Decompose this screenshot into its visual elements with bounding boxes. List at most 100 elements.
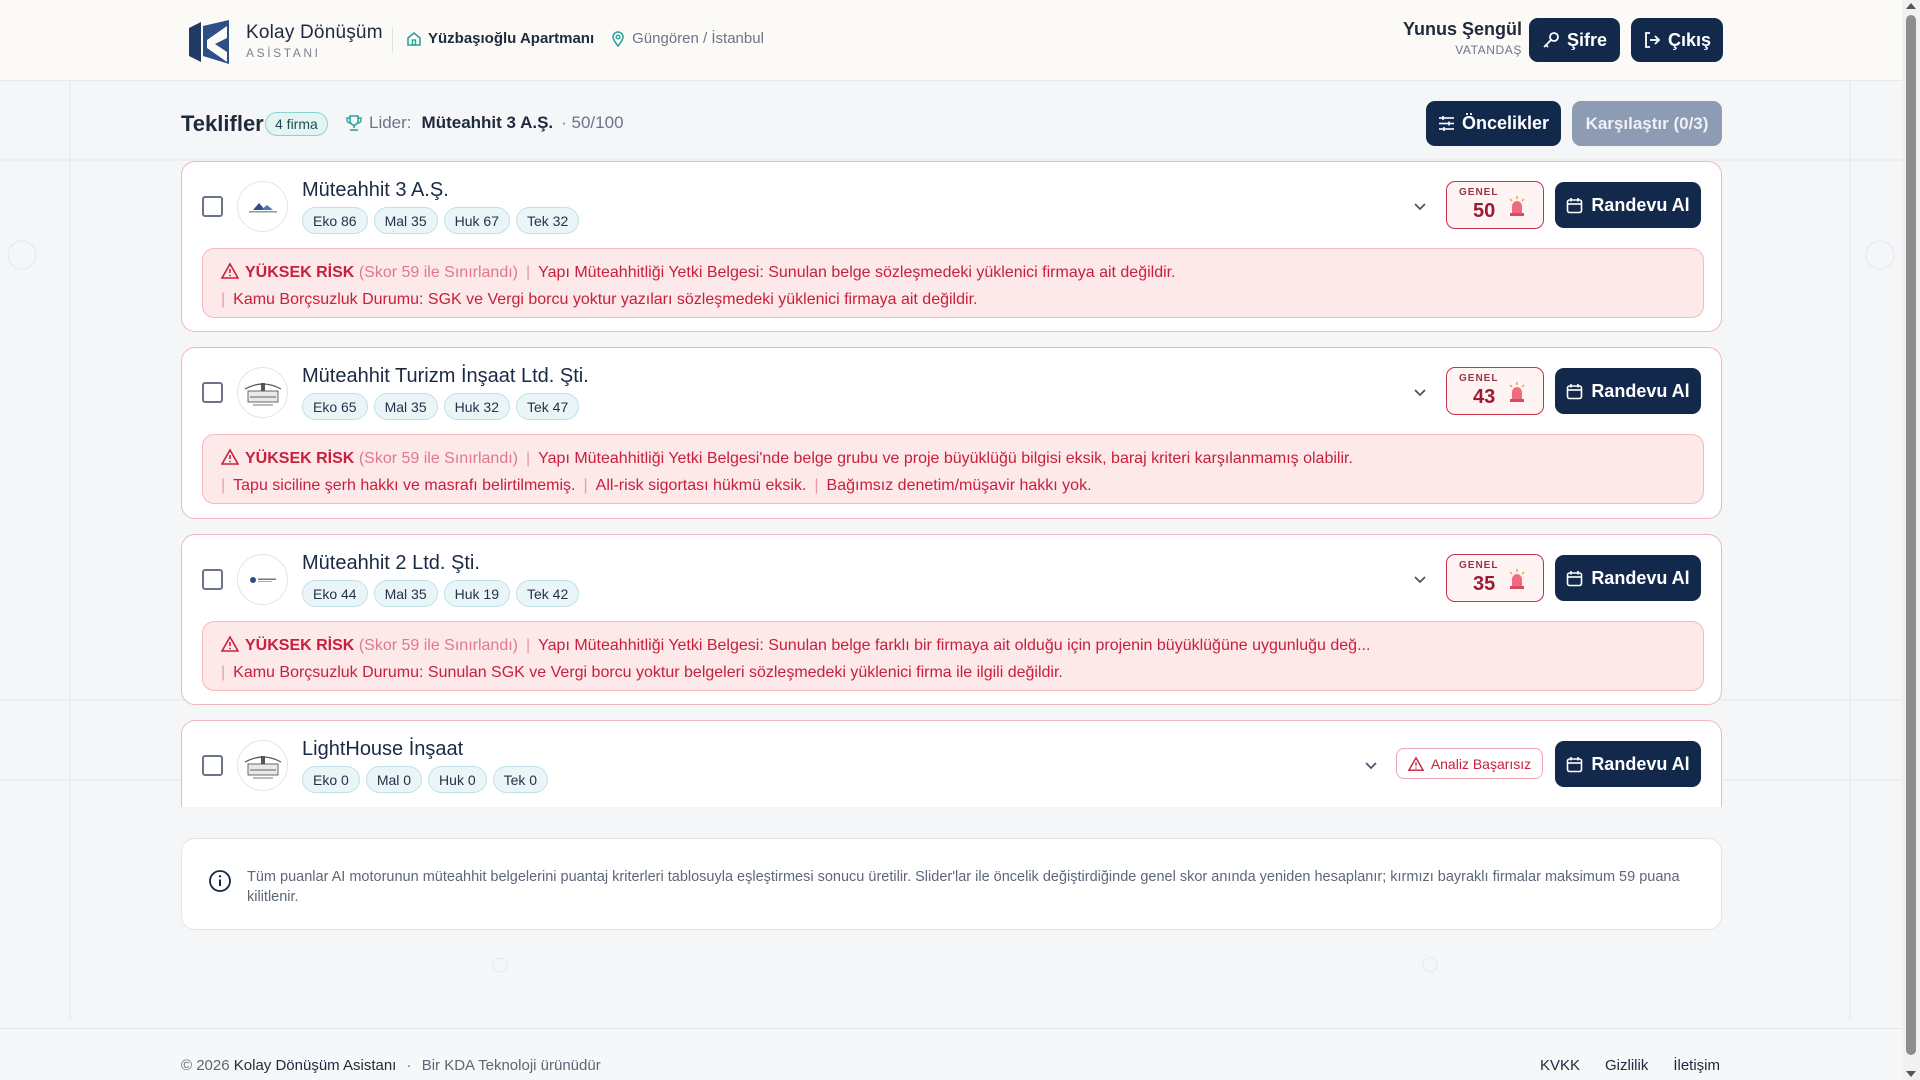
calendar-icon (1567, 197, 1583, 213)
chip-tek: Tek 0 (492, 766, 549, 793)
score-value: 50 (1473, 200, 1496, 222)
chevron-down-icon[interactable] (1412, 384, 1428, 400)
risk-line-2: | Kamu Borçsuzluk Durumu: Sunulan SGK ve … (221, 664, 1063, 681)
footer-left: © 2026 Kolay Dönüşüm Asistanı · Bir KDA … (181, 1057, 601, 1074)
offers-toolbar: Teklifler 4 firma Lider: Müteahhit 3 A.Ş… (181, 101, 1722, 147)
company-logo (237, 740, 288, 791)
scrollbar-thumb[interactable] (1906, 15, 1916, 1055)
risk-level: YÜKSEK RİSK (245, 637, 355, 654)
company-logo (237, 554, 288, 605)
chip-eko: Eko 86 (302, 207, 368, 234)
map-pin-icon (612, 30, 624, 47)
chip-mal: Mal 35 (373, 393, 438, 420)
leader-score: · 50/100 (561, 113, 624, 132)
chip-tek: Tek 32 (515, 207, 580, 234)
risk-item: Tapu siciline şerh hakkı ve masrafı beli… (233, 477, 576, 494)
top-header: Kolay Dönüşüm ASİSTANI Yüzbaşıoğlu Apart… (0, 0, 1902, 81)
chip-tek: Tek 47 (515, 393, 580, 420)
score-chips: Eko 65 Mal 35 Huk 32 Tek 47 (302, 393, 580, 420)
chip-eko: Eko 44 (302, 580, 368, 607)
chip-mal: Mal 35 (373, 580, 438, 607)
company-logo (237, 181, 288, 232)
company-logo-icon (248, 202, 277, 212)
company-logo-icon (244, 755, 281, 778)
company-logo-icon (244, 382, 281, 405)
warning-icon (1407, 755, 1424, 771)
offer-select-checkbox[interactable] (202, 755, 223, 776)
logout-button[interactable]: Çıkış (1631, 18, 1723, 62)
appointment-button[interactable]: Randevu Al (1555, 368, 1701, 414)
warning-icon (220, 262, 240, 279)
footer-link-privacy[interactable]: Gizlilik (1605, 1057, 1648, 1074)
compare-button[interactable]: Karşılaştır (0/3) (1572, 101, 1722, 146)
location: Yüzbaşıoğlu Apartmanı Güngören / İstanbu… (406, 30, 764, 47)
score-chips: Eko 0 Mal 0 Huk 0 Tek 0 (302, 766, 549, 793)
appointment-button[interactable]: Randevu Al (1555, 555, 1701, 601)
company-name: LightHouse İnşaat (302, 738, 464, 760)
logout-label: Çıkış (1667, 29, 1712, 50)
password-label: Şifre (1566, 29, 1608, 50)
footer-links: KVKK Gizlilik İletişim (1540, 1057, 1720, 1074)
warning-icon (220, 448, 240, 465)
info-panel: Tüm puanlar AI motorunun müteahhit belge… (181, 838, 1722, 930)
company-name: Müteahhit 3 A.Ş. (302, 179, 449, 201)
brand[interactable]: Kolay Dönüşüm ASİSTANI (187, 18, 383, 64)
firm-count-badge: 4 firma (265, 112, 328, 136)
risk-level: YÜKSEK RİSK (245, 264, 355, 281)
info-text: Tüm puanlar AI motorunun müteahhit belge… (247, 869, 1680, 905)
chip-mal: Mal 0 (365, 766, 423, 793)
appointment-label: Randevu Al (1591, 753, 1690, 774)
analysis-failed-badge: Analiz Başarısız (1396, 748, 1543, 779)
risk-note: (Skor 59 ile Sınırlandı) (358, 450, 518, 467)
footer-tagline: Bir KDA Teknoloji ürünüdür (421, 1057, 601, 1074)
offer-select-checkbox[interactable] (202, 196, 223, 217)
brand-name: Kolay Dönüşüm (246, 22, 383, 43)
appointment-button[interactable]: Randevu Al (1555, 741, 1701, 787)
user-name: Yunus Şengül (1402, 19, 1522, 39)
scroll-up-arrow-icon[interactable] (1906, 3, 1916, 9)
risk-line-2: | Tapu siciline şerh hakkı ve masrafı bel… (221, 477, 1092, 494)
calendar-icon (1567, 570, 1583, 586)
appointment-button[interactable]: Randevu Al (1555, 182, 1701, 228)
score-label: GENEL (1459, 187, 1499, 198)
company-name: Müteahhit Turizm İnşaat Ltd. Şti. (302, 365, 589, 387)
logout-icon (1645, 32, 1661, 48)
calendar-icon (1567, 756, 1583, 772)
offer-select-checkbox[interactable] (202, 569, 223, 590)
risk-item: Yapı Müteahhitliği Yetki Belgesi'nde bel… (538, 450, 1353, 467)
appointment-label: Randevu Al (1591, 567, 1690, 588)
scroll-down-arrow-icon[interactable] (1906, 1071, 1916, 1077)
chevron-down-icon[interactable] (1363, 757, 1379, 773)
risk-item: Bağımsız denetim/müşavir hakkı yok. (826, 477, 1092, 494)
siren-icon (1509, 196, 1525, 216)
header-divider (392, 28, 393, 52)
general-score: GENEL 35 (1446, 554, 1544, 602)
footer-link-contact[interactable]: İletişim (1673, 1057, 1720, 1074)
offer-card: Müteahhit Turizm İnşaat Ltd. Şti. Eko 65… (181, 347, 1722, 519)
calendar-icon (1567, 383, 1583, 399)
password-button[interactable]: Şifre (1529, 18, 1620, 62)
risk-line-1: YÜKSEK RİSK (Skor 59 ile Sınırlandı) | Yap… (220, 445, 1687, 472)
siren-icon (1509, 569, 1525, 589)
company-logo-icon (249, 576, 276, 583)
city: Güngören / İstanbul (600, 30, 764, 47)
user-role: VATANDAŞ (1455, 43, 1522, 57)
leader-info: Lider: Müteahhit 3 A.Ş. · 50/100 (345, 113, 624, 133)
priorities-button[interactable]: Öncelikler (1426, 101, 1561, 146)
chevron-down-icon[interactable] (1412, 571, 1428, 587)
leader-label: Lider: (369, 113, 412, 132)
chip-eko: Eko 65 (302, 393, 368, 420)
risk-panel: YÜKSEK RİSK (Skor 59 ile Sınırlandı) | Yap… (202, 621, 1704, 691)
footer-link-kvkk[interactable]: KVKK (1540, 1057, 1580, 1074)
company-logo (237, 367, 288, 418)
chevron-down-icon[interactable] (1412, 198, 1428, 214)
footer-separator: · (406, 1057, 412, 1074)
info-icon (209, 870, 231, 892)
page-scrollbar[interactable] (1902, 0, 1920, 1080)
risk-item: Kamu Borçsuzluk Durumu: Sunulan SGK ve V… (233, 664, 1063, 681)
chip-eko: Eko 0 (302, 766, 360, 793)
brand-logo-icon (189, 20, 229, 64)
offer-select-checkbox[interactable] (202, 382, 223, 403)
risk-item: All-risk sigortası hükmü eksik. (595, 477, 807, 494)
risk-item: Kamu Borçsuzluk Durumu: SGK ve Vergi bor… (233, 291, 978, 308)
